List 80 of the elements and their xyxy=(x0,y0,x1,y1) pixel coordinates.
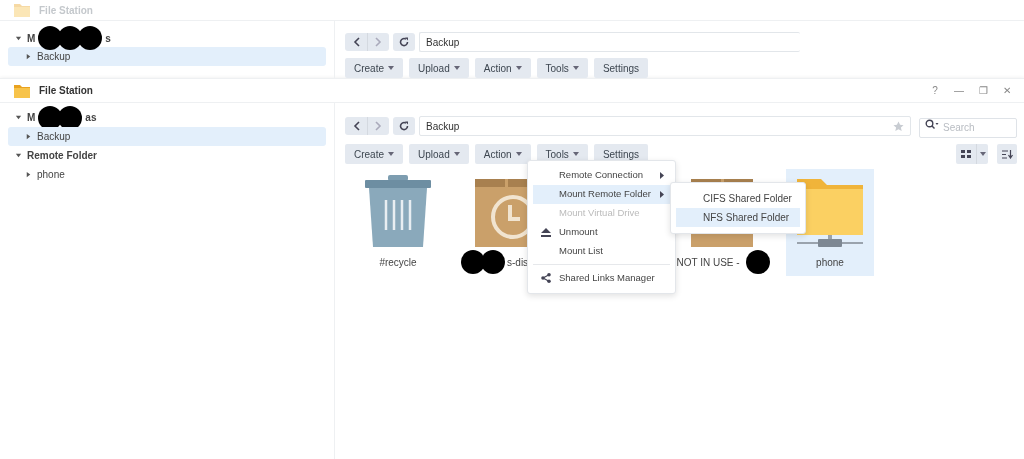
caret-icon xyxy=(453,152,460,156)
trash-icon xyxy=(365,175,431,249)
sort-button[interactable] xyxy=(997,144,1017,164)
view-mode-button[interactable] xyxy=(956,144,976,164)
collapse-arrow-icon[interactable] xyxy=(25,171,32,178)
caret-icon xyxy=(388,66,394,70)
caret-icon xyxy=(515,152,522,156)
caret-icon xyxy=(572,152,579,156)
chevron-right-icon xyxy=(375,121,382,131)
menu-item[interactable]: Mount Remote Folder xyxy=(533,185,670,204)
chevron-right-icon xyxy=(375,37,382,47)
folder-icon xyxy=(13,2,31,18)
sidebar-item[interactable]: Backup xyxy=(8,127,326,146)
toolbar-button[interactable]: Create xyxy=(345,144,403,164)
file-name: s-dis xyxy=(507,255,529,270)
window-control-button[interactable]: — xyxy=(954,83,964,98)
sidebar-group-label[interactable]: Remote Folder xyxy=(27,148,97,163)
caret-icon xyxy=(515,66,522,70)
sidebar-group-label[interactable]: M xyxy=(27,30,36,46)
star-icon[interactable] xyxy=(893,120,904,132)
share-icon xyxy=(541,273,551,283)
menu-item[interactable]: Remote Connection xyxy=(533,166,670,185)
expand-arrow-icon[interactable] xyxy=(15,34,22,42)
redaction-mark xyxy=(461,250,485,274)
window-title: File Station xyxy=(39,3,93,18)
search-icon[interactable] xyxy=(925,119,939,129)
menu-item[interactable]: Shared Links Manager xyxy=(533,264,670,288)
file-item[interactable]: #recycle xyxy=(354,169,442,276)
sort-icon xyxy=(1001,149,1013,159)
caret-icon xyxy=(979,152,986,156)
collapse-arrow-icon[interactable] xyxy=(25,133,32,140)
collapse-arrow-icon[interactable] xyxy=(25,53,32,60)
chevron-left-icon xyxy=(352,37,360,47)
expand-arrow-icon[interactable] xyxy=(15,114,22,121)
menu-item[interactable]: NFS Shared Folder xyxy=(676,208,800,227)
refresh-button[interactable] xyxy=(393,33,415,51)
refresh-icon xyxy=(399,121,409,131)
toolbar-button[interactable]: Create xyxy=(345,58,403,78)
window-control-button[interactable]: ✕ xyxy=(1002,83,1012,98)
path-field[interactable]: Backup xyxy=(419,32,800,52)
toolbar-button[interactable]: Upload xyxy=(409,58,469,78)
toolbar-button[interactable]: Settings xyxy=(593,58,648,78)
folder-icon xyxy=(13,82,31,99)
caret-icon xyxy=(572,66,579,70)
file-name: phone xyxy=(816,255,844,270)
sidebar-group-label[interactable]: M xyxy=(27,110,36,125)
window-control-button[interactable]: ? xyxy=(930,83,940,98)
search-field[interactable]: Search xyxy=(919,117,1017,138)
file-name: #recycle xyxy=(379,255,417,270)
view-dropdown-button[interactable] xyxy=(976,144,988,164)
window-control-button[interactable]: ❐ xyxy=(978,83,988,98)
toolbar-button[interactable]: Tools xyxy=(536,58,588,78)
redaction-mark xyxy=(481,250,505,274)
sidebar-group-label[interactable]: as xyxy=(85,110,97,125)
toolbar-button[interactable]: Upload xyxy=(409,144,469,164)
refresh-button[interactable] xyxy=(393,117,415,135)
submenu-arrow-icon xyxy=(660,172,664,179)
redaction-mark xyxy=(745,250,770,274)
eject-icon xyxy=(541,228,551,237)
redaction-mark xyxy=(78,26,103,50)
toolbar-button[interactable]: Action xyxy=(474,144,531,164)
back-button[interactable] xyxy=(345,117,367,135)
submenu-arrow-icon xyxy=(660,191,664,198)
back-button[interactable] xyxy=(345,33,367,51)
refresh-icon xyxy=(399,37,409,47)
chevron-left-icon xyxy=(352,121,360,131)
file-name: NOT IN USE - xyxy=(676,255,740,270)
menu-item[interactable]: Unmount xyxy=(533,223,670,242)
sidebar-item[interactable]: phone xyxy=(8,165,326,184)
redaction-mark xyxy=(58,105,83,130)
window-title: File Station xyxy=(39,84,94,98)
caret-icon xyxy=(453,66,460,70)
grid-view-icon xyxy=(961,150,971,158)
toolbar-button[interactable]: Action xyxy=(474,58,531,78)
expand-arrow-icon[interactable] xyxy=(15,152,22,159)
path-field[interactable]: Backup xyxy=(419,116,911,136)
caret-icon xyxy=(388,152,394,156)
menu-item[interactable]: Mount List xyxy=(533,242,670,261)
sidebar-group-label[interactable]: s xyxy=(105,30,111,46)
sidebar-item[interactable]: Backup xyxy=(8,47,326,66)
